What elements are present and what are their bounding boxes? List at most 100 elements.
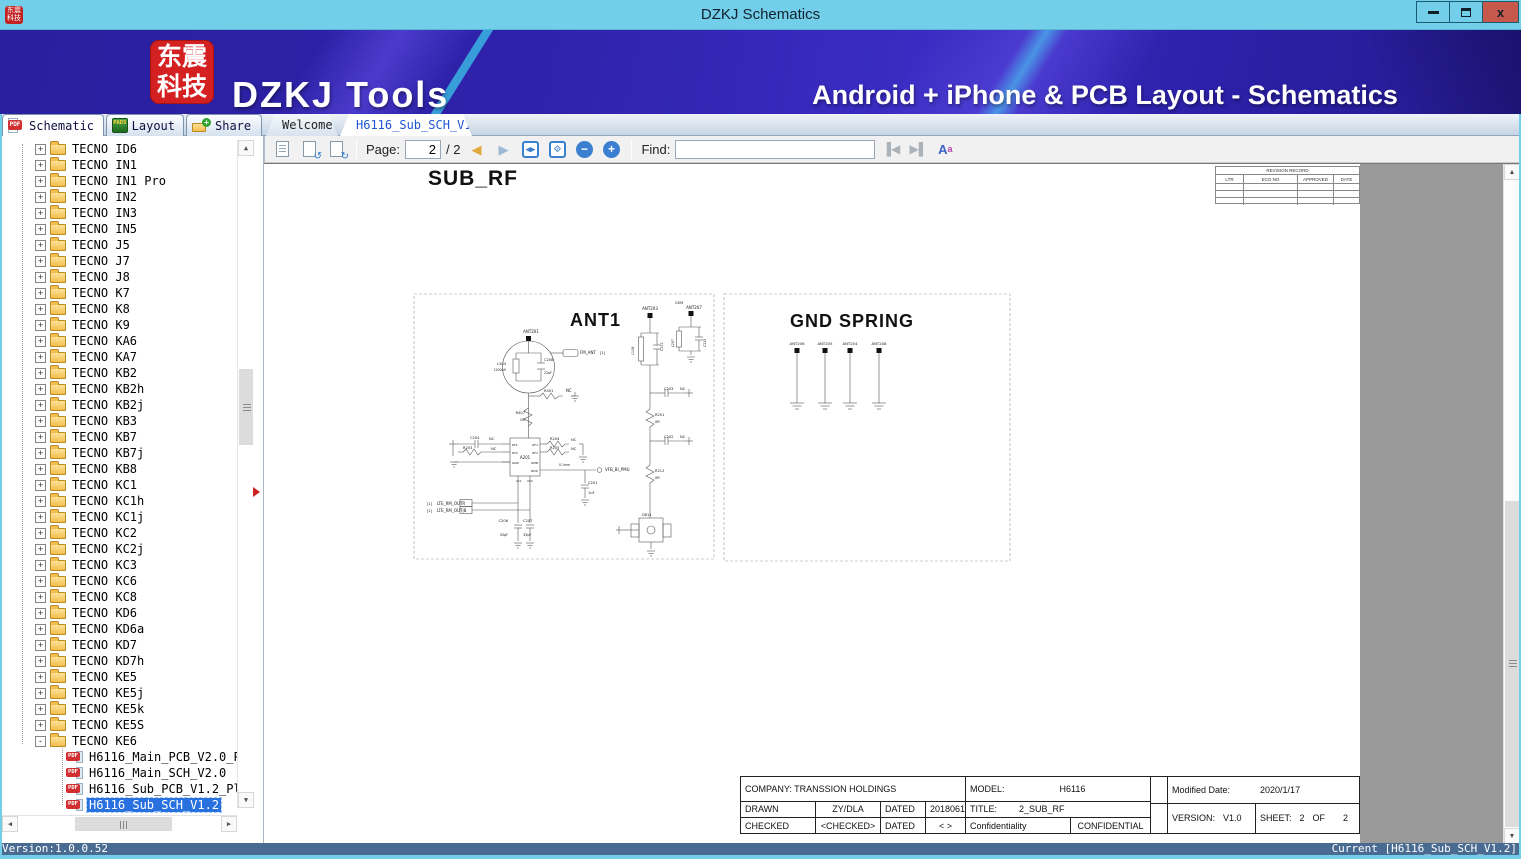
expand-toggle-icon[interactable]: + [35,367,46,379]
tree-item[interactable]: + TECNO K7 [2,285,237,301]
expand-toggle-icon[interactable]: + [35,607,46,619]
tree-item[interactable]: + TECNO KC1h [2,493,237,509]
expand-toggle-icon[interactable]: + [35,671,46,683]
expand-toggle-icon[interactable]: + [35,303,46,315]
expand-toggle-icon[interactable]: + [35,239,46,251]
scroll-left-icon[interactable]: ◀ [2,816,18,832]
close-button[interactable]: x [1482,1,1519,23]
expand-toggle-icon[interactable]: + [35,639,46,651]
minimize-button[interactable] [1416,1,1450,23]
expand-toggle-icon[interactable]: + [35,479,46,491]
expand-toggle-icon[interactable]: + [35,543,46,555]
tree-item[interactable]: + TECNO KC1j [2,509,237,525]
expand-toggle-icon[interactable]: + [35,399,46,411]
tree-item[interactable]: + TECNO KC6 [2,573,237,589]
tree-item[interactable]: + TECNO IN3 [2,205,237,221]
tree-item[interactable]: + TECNO KB2 [2,365,237,381]
scroll-down-icon[interactable]: ▼ [1504,828,1519,843]
expand-toggle-icon[interactable]: + [35,447,46,459]
tree-item[interactable]: + TECNO K8 [2,301,237,317]
expand-toggle-icon[interactable]: + [35,527,46,539]
tree-item[interactable]: + TECNO IN1 Pro [2,173,237,189]
tree-item[interactable]: + TECNO KC2 [2,525,237,541]
expand-toggle-icon[interactable]: + [35,431,46,443]
expand-toggle-icon[interactable]: + [35,207,46,219]
tab-schematic[interactable]: PDF Schematic [2,114,104,136]
tab-share[interactable]: + Share [186,114,262,136]
expand-toggle-icon[interactable]: + [35,703,46,715]
tree-item[interactable]: + TECNO J8 [2,269,237,285]
expand-toggle-icon[interactable]: + [35,271,46,283]
expand-toggle-icon[interactable]: + [35,191,46,203]
expand-toggle-icon[interactable]: + [35,223,46,235]
expand-toggle-icon[interactable]: + [35,687,46,699]
expand-toggle-icon[interactable]: + [35,591,46,603]
tree-item[interactable]: + TECNO IN2 [2,189,237,205]
pdf-scroll-thumb[interactable] [1505,501,1519,827]
expand-toggle-icon[interactable]: + [35,623,46,635]
page-number-input[interactable] [404,139,441,159]
expand-toggle-icon[interactable]: + [35,175,46,187]
tree-item[interactable]: + TECNO J7 [2,253,237,269]
fit-page-button[interactable]: ⟐ [546,139,568,160]
tree-item[interactable]: + TECNO KC8 [2,589,237,605]
expand-toggle-icon[interactable]: + [35,159,46,171]
tree-item[interactable]: + TECNO KE5 [2,669,237,685]
rotate-left-icon[interactable]: ↺ [298,139,322,162]
next-page-button[interactable]: ▶ [492,139,514,160]
sidebar-vertical-scrollbar[interactable]: ▲ ▼ [237,140,254,808]
tree-item[interactable]: - TECNO KE6 [2,733,237,749]
doc-tab-current[interactable]: H6116_Sub_SCH_V1.2 × [340,114,472,136]
tree-item[interactable]: + TECNO KA7 [2,349,237,365]
scroll-down-icon[interactable]: ▼ [238,792,254,808]
tree-item[interactable]: + TECNO K9 [2,317,237,333]
scroll-right-icon[interactable]: ▶ [221,816,237,832]
tree-item[interactable]: PDF H6116_Main_PCB_V2.0_Place [2,749,237,765]
tree-item[interactable]: + TECNO J5 [2,237,237,253]
find-input[interactable] [675,139,876,159]
tree-item[interactable]: + TECNO KE5k [2,701,237,717]
tree-item[interactable]: + TECNO KB2h [2,381,237,397]
expand-toggle-icon[interactable]: + [35,255,46,267]
rotate-right-icon[interactable]: ↻ [325,139,349,162]
tree-item[interactable]: + TECNO KC2j [2,541,237,557]
tree-item[interactable]: + TECNO KE5j [2,685,237,701]
sidebar-hscroll-thumb[interactable] [75,817,172,831]
tab-layout[interactable]: PADS Layout [106,114,184,136]
tree-item[interactable]: + TECNO KD7h [2,653,237,669]
tree-item[interactable]: + TECNO IN5 [2,221,237,237]
tree-item[interactable]: + TECNO KB3 [2,413,237,429]
sidebar-scroll-thumb[interactable] [239,369,253,445]
tree-item[interactable]: + TECNO KD6 [2,605,237,621]
expand-toggle-icon[interactable]: + [35,511,46,523]
tree-item[interactable]: + TECNO KB7 [2,429,237,445]
expand-toggle-icon[interactable]: + [35,655,46,667]
expand-toggle-icon[interactable]: + [35,495,46,507]
tree-item[interactable]: + TECNO KB7j [2,445,237,461]
expand-toggle-icon[interactable]: + [35,575,46,587]
tree-item[interactable]: + TECNO KB8 [2,461,237,477]
zoom-out-button[interactable]: − [573,139,595,160]
tree-item[interactable]: + TECNO KC1 [2,477,237,493]
pages-icon[interactable] [271,139,293,160]
expand-toggle-icon[interactable]: + [35,287,46,299]
tree-item[interactable]: + TECNO KD7 [2,637,237,653]
expand-toggle-icon[interactable]: + [35,143,46,155]
doc-tab-welcome[interactable]: Welcome [266,114,338,136]
scroll-up-icon[interactable]: ▲ [238,140,254,156]
tree-item[interactable]: + TECNO ID6 [2,141,237,157]
tree-item[interactable]: PDF H6116_Sub_SCH_V1.2 [2,797,237,813]
tree-item[interactable]: + TECNO KD6a [2,621,237,637]
tree-item[interactable]: + TECNO KE5S [2,717,237,733]
expand-toggle-icon[interactable]: + [35,335,46,347]
tree-item[interactable]: PDF H6116_Main_SCH_V2.0 [2,765,237,781]
tree-item[interactable]: + TECNO KB2j [2,397,237,413]
expand-toggle-icon[interactable]: + [35,351,46,363]
previous-page-button[interactable]: ◀ [465,139,487,160]
fit-width-button[interactable]: ◂▸ [519,139,541,160]
expand-toggle-icon[interactable]: + [35,559,46,571]
maximize-button[interactable] [1449,1,1483,23]
expand-toggle-icon[interactable]: - [35,735,46,747]
find-next-icon[interactable]: ▶▌ [907,139,929,160]
tree-item[interactable]: + TECNO IN1 [2,157,237,173]
